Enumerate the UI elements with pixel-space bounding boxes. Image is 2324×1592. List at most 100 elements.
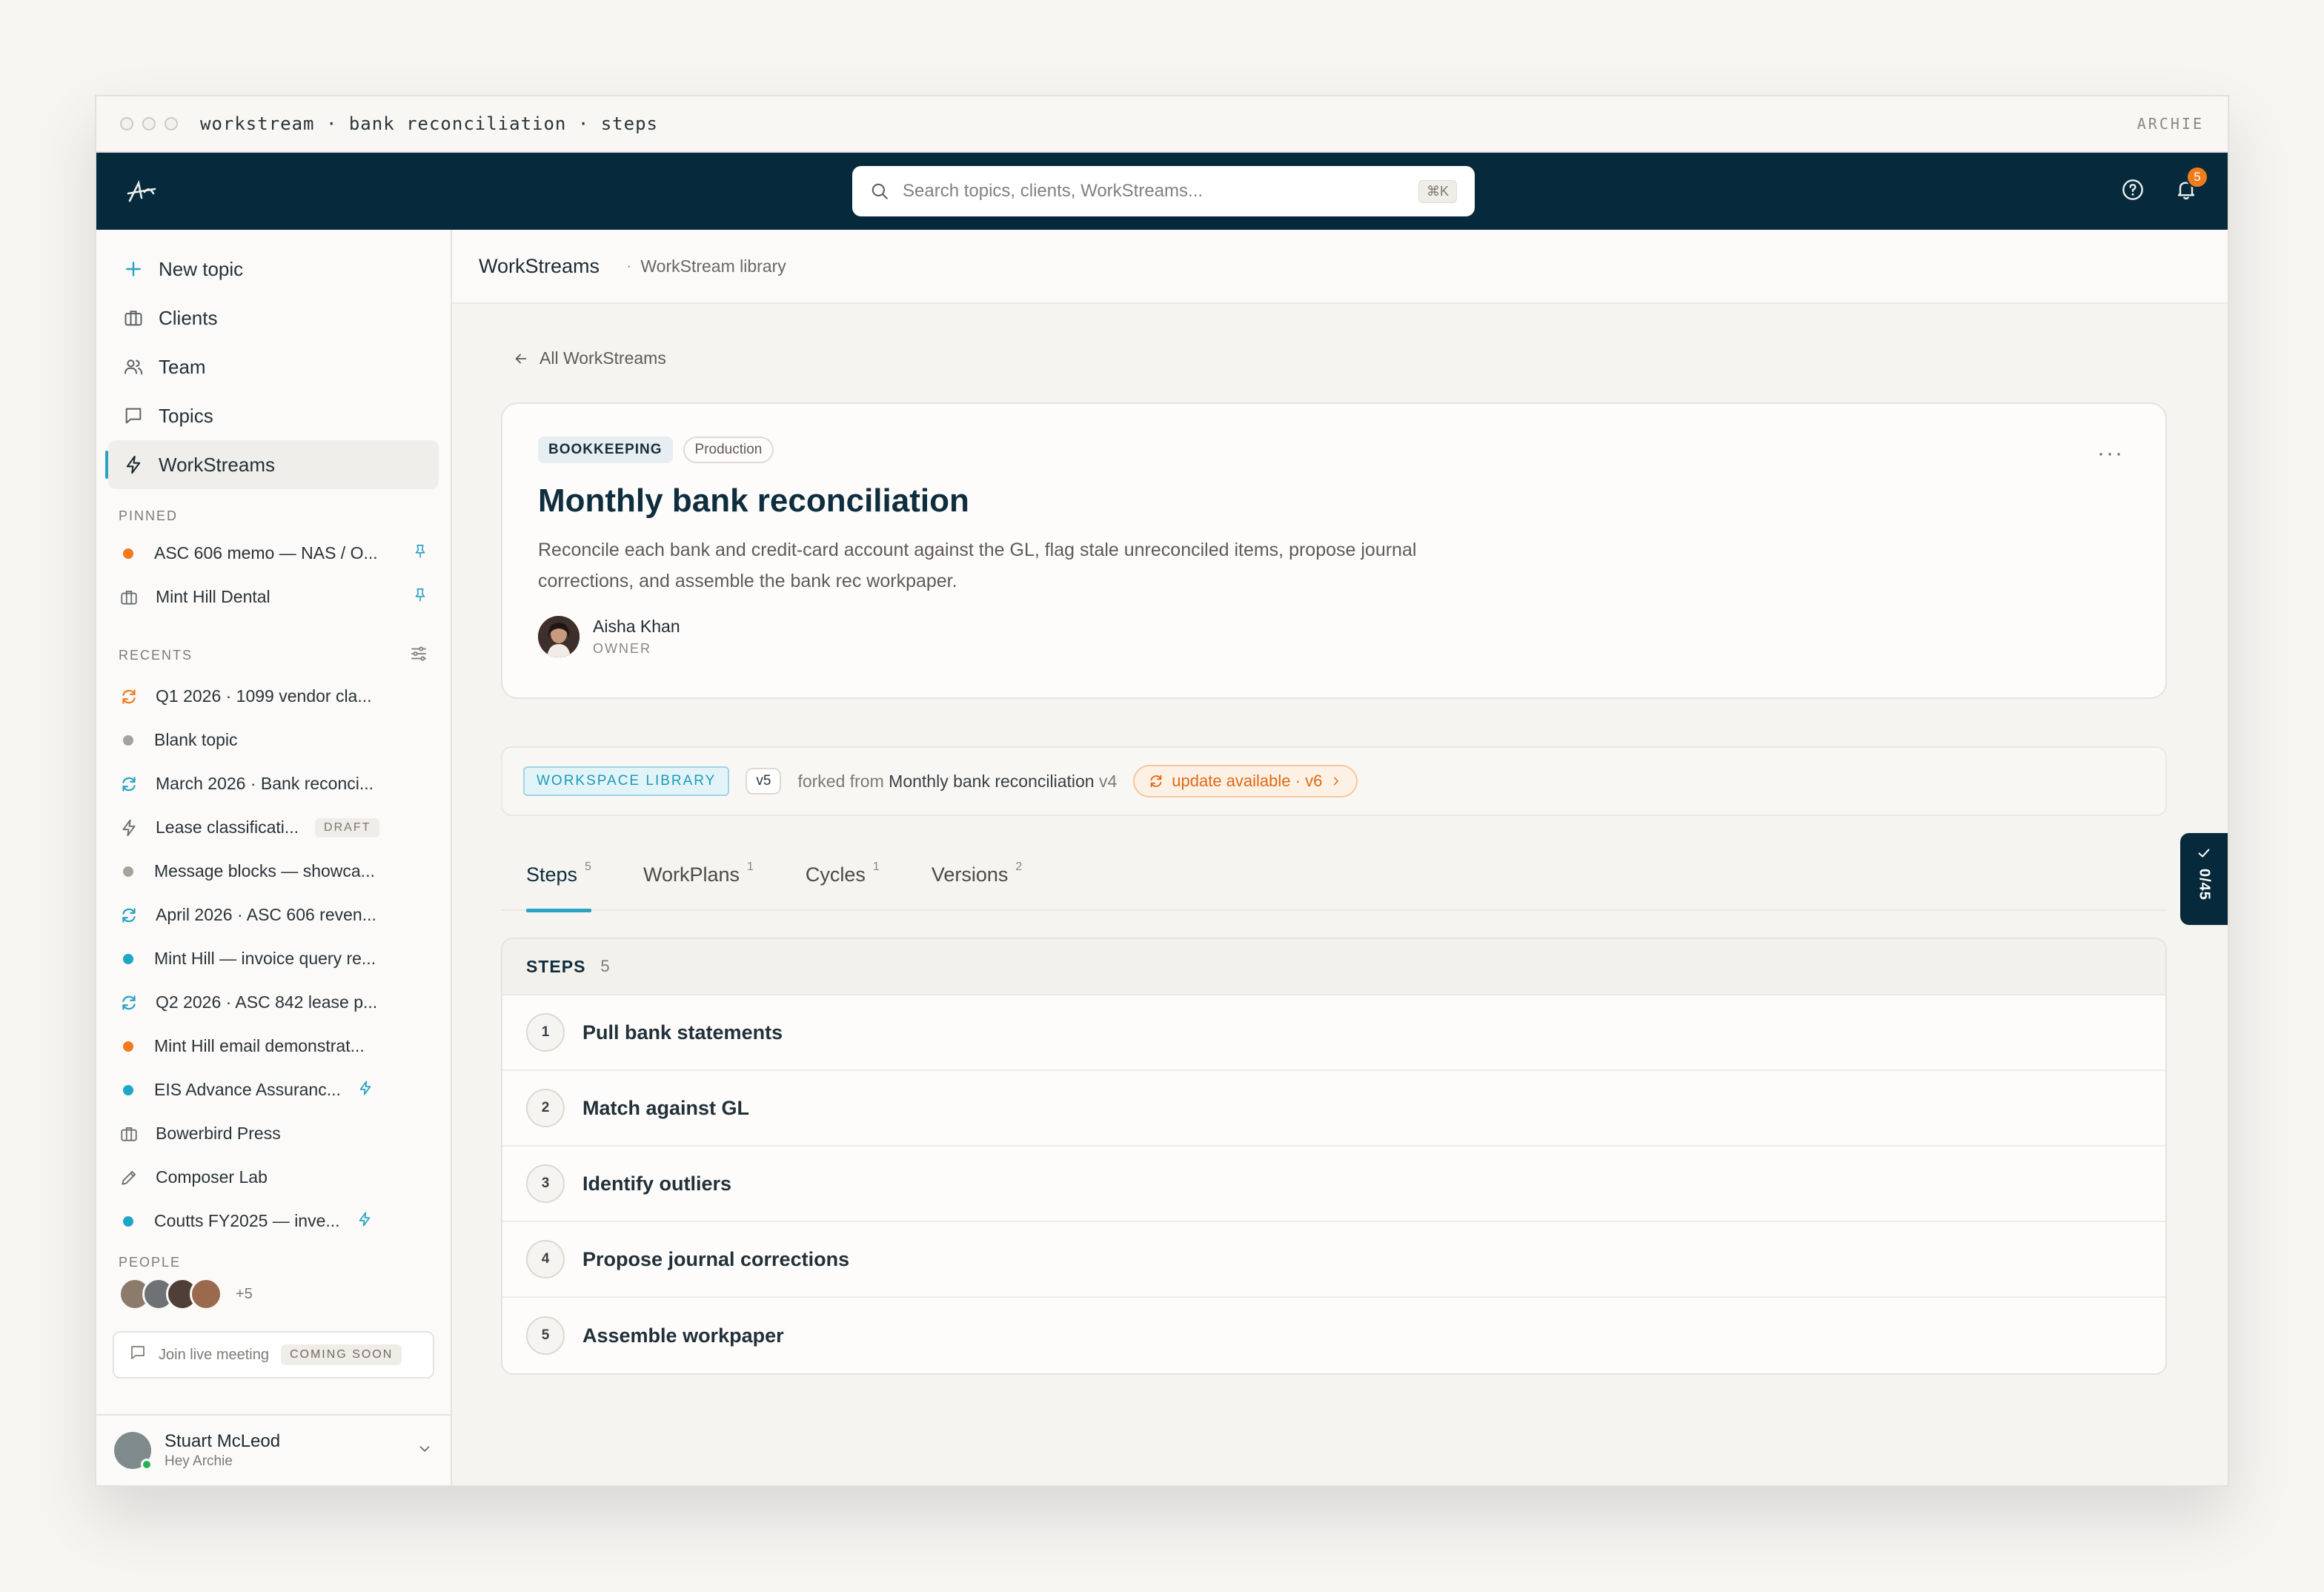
- tab-count: 1: [872, 860, 880, 873]
- plus-icon: [123, 259, 144, 279]
- users-icon: [123, 356, 144, 377]
- chevron-down-icon[interactable]: [416, 1441, 433, 1461]
- content-area: All WorkStreams BOOKKEEPING Production M…: [452, 304, 2228, 1375]
- forked-source-name[interactable]: Monthly bank reconciliation: [889, 772, 1094, 791]
- workstream-tags: BOOKKEEPING Production: [538, 437, 2130, 463]
- tab-workplans[interactable]: WorkPlans 1: [643, 858, 754, 911]
- tab-count: 1: [747, 860, 754, 873]
- step-title: Identify outliers: [582, 1172, 732, 1195]
- close-window-button[interactable]: [120, 117, 133, 130]
- recent-item[interactable]: Q1 2026 · 1099 vendor cla...: [108, 674, 439, 718]
- user-menu[interactable]: Stuart McLeod Hey Archie: [96, 1414, 451, 1485]
- sidebar-item-label: Clients: [159, 306, 218, 329]
- sync-icon: [119, 905, 139, 926]
- tab-label: Cycles: [805, 863, 866, 886]
- update-available-label: update available · v6: [1172, 772, 1323, 790]
- pinned-item[interactable]: ASC 606 memo — NAS / O...: [108, 531, 439, 575]
- step-row[interactable]: 3 Identify outliers: [502, 1147, 2165, 1222]
- forked-prefix: forked from: [797, 771, 884, 791]
- search-icon: [872, 183, 888, 199]
- draft-badge: DRAFT: [315, 817, 380, 838]
- pinned-item-label: ASC 606 memo — NAS / O...: [154, 543, 378, 563]
- breadcrumb-library[interactable]: WorkStream library: [640, 256, 786, 276]
- recent-item[interactable]: Mint Hill — invoice query re...: [108, 937, 439, 981]
- help-button[interactable]: [2121, 178, 2145, 205]
- step-row[interactable]: 4 Propose journal corrections: [502, 1222, 2165, 1298]
- page-title: Monthly bank reconciliation: [538, 482, 969, 519]
- more-people-count[interactable]: +5: [236, 1286, 253, 1303]
- recent-item-label: Q2 2026 · ASC 842 lease p...: [156, 992, 378, 1012]
- window-user-tag: ARCHIE: [2137, 115, 2204, 133]
- chevron-right-icon: [1334, 777, 1339, 786]
- recent-item[interactable]: Blank topic: [108, 718, 439, 762]
- minimize-window-button[interactable]: [142, 117, 156, 130]
- tab-cycles[interactable]: Cycles 1: [806, 858, 880, 911]
- main-content: WorkStreams · WorkStream library All Wor…: [452, 230, 2228, 1485]
- sidebar-item-clients[interactable]: Clients: [108, 293, 439, 342]
- sidebar-item-team[interactable]: Team: [108, 342, 439, 391]
- step-number: 4: [526, 1240, 565, 1278]
- recent-item-label: Q1 2026 · 1099 vendor cla...: [156, 686, 372, 706]
- more-options-button[interactable]: ···: [2097, 441, 2124, 466]
- owner-block: Aisha Khan OWNER: [538, 616, 2130, 657]
- tab-steps[interactable]: Steps 5: [526, 858, 591, 912]
- coming-soon-badge: COMING SOON: [280, 1344, 402, 1365]
- pin-icon[interactable]: [412, 586, 428, 608]
- pinned-item[interactable]: Mint Hill Dental: [108, 575, 439, 619]
- tab-count: 5: [585, 860, 591, 873]
- tab-label: WorkPlans: [643, 863, 740, 886]
- step-row[interactable]: 1 Pull bank statements: [502, 995, 2165, 1071]
- sync-icon: [1150, 775, 1162, 788]
- step-row[interactable]: 5 Assemble workpaper: [502, 1298, 2165, 1373]
- pinned-section-label: PINNED: [108, 508, 439, 524]
- filter-icon[interactable]: [409, 644, 428, 667]
- tab-versions[interactable]: Versions 2: [932, 858, 1022, 911]
- recent-item[interactable]: Message blocks — showca...: [108, 849, 439, 893]
- search-bar[interactable]: ⌘K: [852, 166, 1475, 216]
- maximize-window-button[interactable]: [165, 117, 178, 130]
- tab-label: Steps: [526, 863, 578, 886]
- top-nav: ⌘K 5: [96, 153, 2228, 230]
- sidebar-item-new-topic[interactable]: New topic: [108, 245, 439, 293]
- avatar[interactable]: [190, 1278, 222, 1310]
- sidebar-item-topics[interactable]: Topics: [108, 391, 439, 440]
- steps-header-title: STEPS: [526, 956, 586, 976]
- tabs: Steps 5 WorkPlans 1 Cycles 1 Versions 2: [501, 858, 2167, 912]
- search-input[interactable]: [903, 181, 1418, 202]
- notifications-button[interactable]: 5: [2174, 165, 2208, 205]
- recent-item[interactable]: Bowerbird Press: [108, 1112, 439, 1155]
- recent-item-label: EIS Advance Assuranc...: [154, 1080, 341, 1099]
- breadcrumb: WorkStreams · WorkStream library: [452, 230, 2228, 304]
- update-available-button[interactable]: update available · v6: [1133, 765, 1358, 797]
- app-logo[interactable]: [126, 175, 159, 208]
- sidebar-item-label: Team: [159, 355, 206, 378]
- steps-header: STEPS 5: [502, 939, 2165, 995]
- title-bar: workstream · bank reconciliation · steps…: [96, 96, 2228, 153]
- progress-side-tab[interactable]: 0/45: [2180, 833, 2228, 925]
- recent-item[interactable]: Q2 2026 · ASC 842 lease p...: [108, 981, 439, 1024]
- recent-item[interactable]: Composer Lab: [108, 1155, 439, 1199]
- library-bar: WORKSPACE LIBRARY v5 forked from Monthly…: [501, 746, 2167, 816]
- avatar[interactable]: [538, 616, 580, 657]
- pencil-icon: [119, 1167, 139, 1188]
- user-subtitle: Hey Archie: [165, 1453, 233, 1469]
- arrow-left-icon: [515, 354, 527, 363]
- back-link[interactable]: All WorkStreams: [513, 348, 2167, 368]
- recent-item[interactable]: Lease classificati... DRAFT: [108, 806, 439, 849]
- sidebar-item-workstreams[interactable]: WorkStreams: [105, 440, 439, 489]
- pin-icon[interactable]: [412, 543, 428, 565]
- recent-item[interactable]: Coutts FY2025 — inve...: [108, 1199, 439, 1243]
- recent-item[interactable]: Mint Hill email demonstrat...: [108, 1024, 439, 1068]
- status-dot-icon: [123, 1084, 133, 1095]
- search-shortcut-hint: ⌘K: [1418, 179, 1457, 203]
- recent-item-label: March 2026 · Bank reconci...: [156, 774, 374, 793]
- recent-item[interactable]: March 2026 · Bank reconci...: [108, 762, 439, 806]
- recents-section-label: RECENTS: [108, 644, 439, 667]
- join-meeting-button[interactable]: Join live meeting COMING SOON: [113, 1331, 434, 1379]
- recent-item[interactable]: April 2026 · ASC 606 reven...: [108, 893, 439, 937]
- recent-item[interactable]: EIS Advance Assuranc...: [108, 1068, 439, 1112]
- back-link-label: All WorkStreams: [540, 348, 666, 368]
- step-row[interactable]: 2 Match against GL: [502, 1071, 2165, 1147]
- breadcrumb-separator: ·: [626, 256, 632, 275]
- breadcrumb-workstreams[interactable]: WorkStreams: [479, 255, 600, 278]
